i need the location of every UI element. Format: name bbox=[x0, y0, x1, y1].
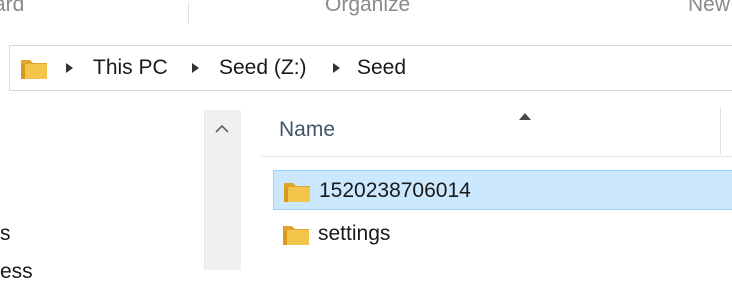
ribbon-separator bbox=[188, 2, 189, 24]
folder-icon bbox=[283, 226, 309, 245]
nav-scrollbar[interactable] bbox=[204, 110, 241, 270]
breadcrumb-seed-drive[interactable]: Seed (Z:) bbox=[219, 56, 307, 80]
nav-item-label[interactable]: s bbox=[0, 222, 11, 246]
file-name: settings bbox=[318, 222, 391, 245]
column-divider[interactable] bbox=[720, 108, 721, 154]
scroll-up-button[interactable] bbox=[207, 114, 237, 144]
breadcrumb-this-pc[interactable]: This PC bbox=[93, 56, 168, 80]
column-header-name[interactable]: Name bbox=[279, 118, 335, 142]
file-list: Name 1520238706014 settings bbox=[241, 108, 732, 270]
file-name: 1520238706014 bbox=[319, 179, 471, 202]
ribbon-group-label: Organize bbox=[325, 0, 411, 16]
breadcrumb-chevron-icon[interactable] bbox=[66, 63, 73, 73]
header-divider bbox=[261, 156, 732, 157]
scroll-track[interactable] bbox=[205, 150, 241, 270]
breadcrumb-chevron-icon[interactable] bbox=[333, 63, 340, 73]
folder-icon bbox=[21, 60, 47, 79]
breadcrumb-chevron-icon[interactable] bbox=[192, 63, 199, 73]
chevron-up-icon bbox=[215, 124, 229, 133]
ribbon-group-label: ard bbox=[0, 0, 25, 16]
sort-ascending-icon bbox=[519, 113, 531, 120]
ribbon: ard Organize New bbox=[0, 0, 732, 30]
breadcrumb-seed-folder[interactable]: Seed bbox=[357, 56, 406, 80]
file-row-selected[interactable]: 1520238706014 bbox=[273, 170, 732, 210]
ribbon-group-label: New bbox=[688, 0, 731, 16]
address-bar[interactable]: This PC Seed (Z:) Seed bbox=[9, 45, 732, 91]
nav-item-label[interactable]: ess bbox=[0, 260, 33, 284]
folder-icon bbox=[284, 183, 310, 202]
navigation-pane: s ess bbox=[0, 110, 241, 283]
file-row[interactable]: settings bbox=[273, 214, 732, 254]
